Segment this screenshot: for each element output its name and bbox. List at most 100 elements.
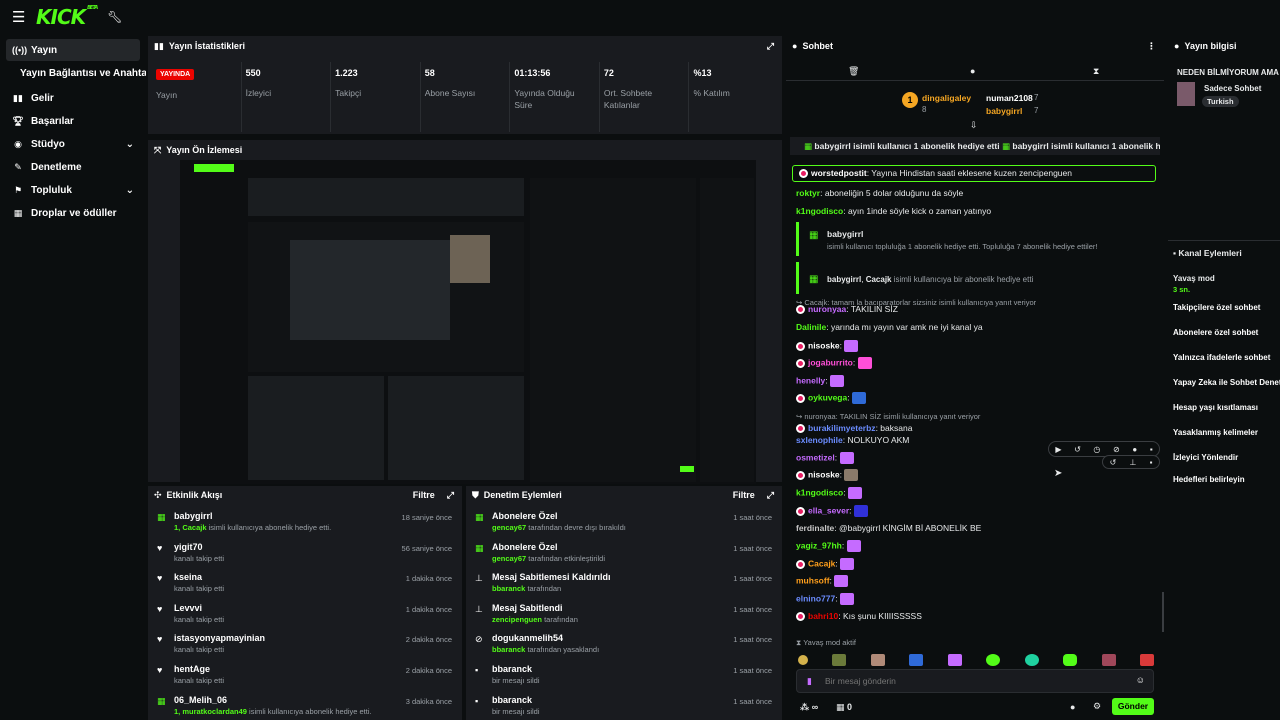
send-button[interactable]: Gönder [1112,698,1154,715]
emote[interactable] [798,655,808,665]
chat-username[interactable]: roktyr [796,188,820,198]
chat-username[interactable]: burakilimyeterbz [808,423,876,433]
popout-icon[interactable]: ⤢ [767,490,774,501]
emote[interactable] [1063,654,1078,666]
emote[interactable] [1024,654,1039,666]
chat-username[interactable]: muhsoff [796,575,830,585]
emote[interactable] [909,654,924,666]
emote[interactable] [857,357,872,369]
chat-input-box[interactable]: ▮ ☺ [796,669,1154,693]
emote[interactable] [847,487,862,499]
leader-name[interactable]: dingaligaley [922,93,971,103]
filter-button[interactable]: Filtre [733,490,755,500]
emote[interactable] [839,452,854,464]
popout-icon[interactable]: ⤢ [767,41,774,52]
channel-action-item[interactable]: Yasaklanmış kelimeler [1168,428,1280,453]
channel-action-item[interactable]: Hedefleri belirleyin [1168,475,1280,500]
sidebar-item-studyo[interactable]: ◉ Stüdyo ⌄ [6,133,140,155]
emote[interactable] [832,654,847,666]
feed-row[interactable]: ♥ hentAge kanalı takip etti 2 dakika önce [148,657,462,688]
chat-username[interactable]: nuronyaa [808,304,846,314]
chat-username[interactable]: jogaburrito [808,357,853,367]
emote[interactable] [839,593,854,605]
sidebar-item-gelir[interactable]: ▮▮ Gelir [6,87,140,109]
hourglass-icon[interactable]: ⧗ [1093,66,1099,77]
feed-row[interactable]: ♥ istasyonyapmayinian kanalı takip etti 2 d… [148,626,462,657]
action-slow-mode[interactable]: Yavaş mod [1173,274,1215,283]
emote[interactable] [830,375,845,387]
leader-name[interactable]: numan2108 [986,93,1033,103]
channel-action-item[interactable]: Yalnızca ifadelerle sohbet [1168,353,1280,378]
stream-preview-video[interactable] [180,160,756,484]
trash-icon[interactable]: ▪ [1150,458,1153,467]
gear-icon[interactable]: ⚙ [1093,701,1101,712]
undo-icon[interactable]: ↺ [1074,445,1081,454]
trash-icon[interactable]: 🗑︎ [848,66,859,77]
pinned-message[interactable]: worstedpostit: Yayına Hindistan saati ek… [792,165,1156,182]
chat-input[interactable] [825,673,1125,689]
wrench-icon[interactable]: 🔧︎ [107,10,122,24]
chat-username[interactable]: ferdinalte [796,523,834,533]
chat-username[interactable]: ella_sever [808,505,849,515]
popout-icon[interactable]: ⤢ [447,490,454,501]
chat-username[interactable]: bahri10 [808,611,838,621]
pin-icon[interactable]: ⊥ [1129,458,1136,467]
chat-username[interactable]: Cacajk [808,558,835,568]
emote[interactable] [853,505,868,517]
emote[interactable] [844,340,859,352]
sidebar-item-denetleme[interactable]: ✎ Denetleme [6,156,140,178]
chat-username[interactable]: sxlenophile [796,435,843,445]
feed-row[interactable]: ▦ babygirrl 1, Cacajk isimli kullanıcıya a… [148,504,462,535]
collapse-icon[interactable]: ⇩ [970,120,978,131]
mic-icon[interactable]: ▮ [807,676,812,687]
sidebar-item-topluluk[interactable]: ⚑ Topluluk ⌄ [6,179,140,201]
stream-title[interactable]: NEDEN BİLMİYORUM AMA [1168,56,1280,77]
channel-action-item[interactable]: Yapay Zeka ile Sohbet Denetimi [1168,378,1280,403]
chat-bubble-icon[interactable]: ● [1132,445,1137,454]
channel-action-item[interactable]: Abonelere özel sohbet [1168,328,1280,353]
chat-username[interactable]: babygirrl [827,229,863,239]
feed-row[interactable]: ♥ Levvvi kanalı takip etti 1 dakika önce [148,596,462,627]
menu-icon[interactable]: ☰ [12,8,26,26]
emote[interactable] [844,469,859,481]
filter-button[interactable]: Filtre [413,490,435,500]
category-name[interactable]: Sadece Sohbet [1204,84,1261,93]
channel-action-item[interactable]: Takipçilere özel sohbet [1168,303,1280,328]
chat-username[interactable]: Dalinile [796,322,826,332]
leader-name[interactable]: babygirrl [986,106,1022,116]
emote[interactable] [870,654,885,666]
emote[interactable] [1139,654,1154,666]
chat-username[interactable]: henelly [796,375,825,385]
feed-row[interactable]: ⊘ dogukanmelih54 bbaranck tarafından yasak… [466,626,782,657]
feed-row[interactable]: ⊥ Mesaj Sabitlendi zencipenguen tarafından… [466,596,782,627]
chat-scrollbar[interactable] [1162,592,1164,632]
points-counter[interactable]: ⁂ ∞ [800,702,818,713]
play-icon[interactable]: ▶ [1055,445,1061,454]
sidebar-item-stream-key[interactable]: Yayın Bağlantısı ve Anahtarı [0,62,146,84]
feed-row[interactable]: ⊥ Mesaj Sabitlemesi Kaldırıldı bbaranck ta… [466,565,782,596]
feed-row[interactable]: ♥ kseina kanalı takip etti 1 dakika önce [148,565,462,596]
emote[interactable] [1101,654,1116,666]
sidebar-item-basarilar[interactable]: 🏆︎ Başarılar [6,110,140,132]
undo-icon[interactable]: ↺ [1110,458,1117,467]
chat-username[interactable]: k1ngodisco [796,206,843,216]
chat-username[interactable]: osmetizel [796,452,835,462]
chat-username[interactable]: elnino777 [796,593,835,603]
sidebar-item-yayin[interactable]: ((•)) Yayın [6,39,140,61]
emote[interactable] [840,558,855,570]
emoji-icon[interactable]: ☺ [1136,675,1145,685]
chat-username[interactable]: nisoske [808,469,840,479]
emote[interactable] [846,540,861,552]
channel-action-item[interactable]: Hesap yaşı kısıtlaması [1168,403,1280,428]
emote[interactable] [851,392,866,404]
chat-username[interactable]: yagiz_97hh [796,540,842,550]
chat-bubble-icon[interactable]: ● [970,66,975,76]
feed-row[interactable]: ▦ 06_Melih_06 1, muratkoclardan49 isimli k… [148,688,462,719]
kick-logo[interactable]: KICK BETA [36,5,98,29]
chat-username[interactable]: nisoske [808,340,840,350]
feed-row[interactable]: ▪ bbaranck bir mesajı sildi 1 saat önce [466,657,782,688]
emote[interactable] [986,654,1001,666]
ban-icon[interactable]: ⊘ [1113,445,1120,454]
sidebar-item-droplar[interactable]: ▦ Droplar ve ödüller [6,202,140,224]
trash-icon[interactable]: ▪ [1150,445,1153,454]
